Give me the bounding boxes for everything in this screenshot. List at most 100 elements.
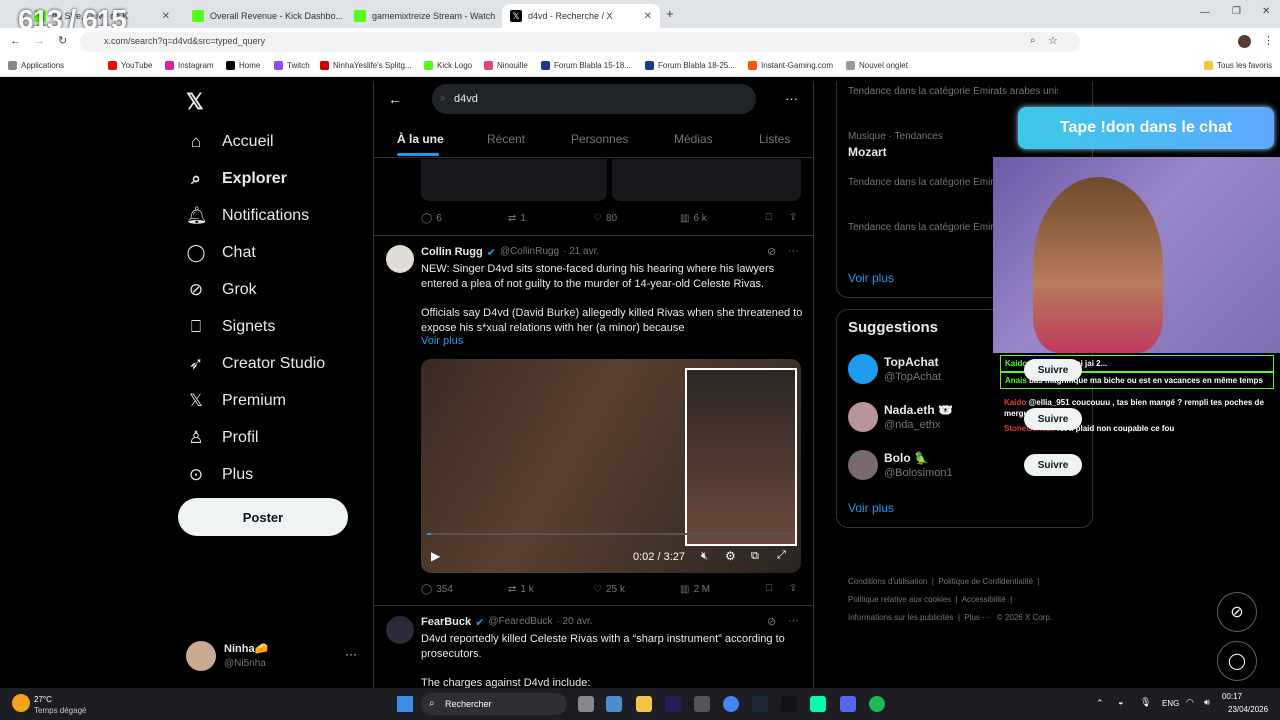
repost-action[interactable]: ⇄ 1 k [508, 584, 534, 595]
tweet-date[interactable]: · 20 avr. [556, 616, 592, 629]
bookmark-home[interactable]: Home [226, 61, 260, 70]
bookmark-apps[interactable]: Applications [8, 61, 64, 70]
taskbar-search[interactable]: Rechercher [421, 693, 567, 715]
clock-date[interactable]: 23/04/2026 [1228, 705, 1268, 714]
grok-fab-button[interactable]: ⊘ [1217, 592, 1257, 632]
nav-creator-studio[interactable]: ➶ Creator Studio [186, 354, 325, 374]
show-more-link[interactable]: Voir plus [421, 335, 463, 347]
minimize-icon[interactable]: — [1200, 7, 1210, 18]
mic-icon[interactable]: 🎙︎ [1140, 697, 1151, 708]
nav-grok[interactable]: ⊘ Grok [186, 280, 257, 300]
zoom-icon[interactable]: ⌕ [1030, 35, 1036, 46]
app-icon[interactable] [810, 696, 826, 712]
nav-premium[interactable]: 𝕏 Premium [186, 391, 286, 411]
network-icon[interactable]: ◒ [1118, 697, 1123, 707]
settings-icon[interactable]: ⚙ [725, 549, 736, 563]
post-button[interactable]: Poster [178, 498, 348, 536]
footer-link[interactable]: Accessibilité [962, 595, 1006, 604]
suggestion-name[interactable]: TopAchat [884, 355, 938, 369]
steam-icon[interactable] [752, 696, 768, 712]
share-action[interactable]: ⇪ [789, 212, 797, 223]
suggestion-name[interactable]: Nada.eth 🐻‍❄️ [884, 403, 953, 417]
footer-link[interactable]: Politique de Confidentialité [938, 577, 1033, 586]
tab-media[interactable]: Médias [674, 132, 713, 146]
bookmark-instagram[interactable]: Instagram [165, 61, 214, 70]
discord-icon[interactable] [840, 696, 856, 712]
avatar[interactable] [848, 402, 878, 432]
chrome-icon[interactable] [723, 696, 739, 712]
footer-link[interactable]: Politique relative aux cookies [848, 595, 951, 604]
suggestion-name[interactable]: Bolo 🦜 [884, 451, 929, 465]
trend-title[interactable]: Mozart [848, 145, 887, 159]
avatar[interactable] [848, 354, 878, 384]
bookmark-new-tab[interactable]: Nouvel onglet [846, 61, 908, 70]
browser-tab[interactable]: Overall Revenue - Kick Dashbo... ✕ [184, 4, 342, 28]
menu-kebab-icon[interactable]: ⋮ [1263, 34, 1274, 47]
tweet-date[interactable]: · 21 avr. [563, 246, 599, 259]
premiere-icon[interactable] [665, 696, 681, 712]
nav-more[interactable]: ⊙ Plus [186, 465, 253, 485]
search-input[interactable]: d4vd [432, 84, 756, 114]
bookmark-twitch[interactable]: Twitch [274, 61, 310, 70]
bookmark-instant-gaming[interactable]: Instant-Gaming.com [748, 61, 833, 70]
windows-start-icon[interactable] [397, 696, 413, 712]
nav-notifications[interactable]: 🔔︎ Notifications [186, 206, 309, 226]
file-explorer-icon[interactable] [636, 696, 652, 712]
bookmark-splitgate[interactable]: NinhaYeslife's Splitg... [320, 61, 412, 70]
weather-icon[interactable] [12, 694, 30, 712]
embedded-media[interactable] [612, 159, 801, 201]
share-action[interactable]: ⇪ [789, 583, 797, 594]
follow-button[interactable]: Suivre [1024, 454, 1082, 476]
bookmark-action[interactable]: ⎕ [766, 583, 772, 594]
close-icon[interactable]: ✕ [644, 11, 652, 22]
author-name[interactable]: FearBuck [421, 616, 471, 629]
reply-action[interactable]: ◯ 354 [421, 584, 453, 595]
grok-icon[interactable]: ⊘ [767, 245, 776, 258]
video-progress-track[interactable] [427, 533, 795, 535]
author-handle[interactable]: @CollinRugg [500, 246, 559, 259]
mute-icon[interactable]: 🔇︎ [701, 550, 708, 563]
reply-action[interactable]: ◯ 6 [421, 213, 442, 224]
embedded-media[interactable] [421, 159, 607, 201]
tab-latest[interactable]: Récent [487, 132, 525, 146]
search-options-icon[interactable]: ··· [785, 91, 798, 106]
all-bookmarks[interactable]: Tous les favoris [1204, 61, 1272, 70]
avatar[interactable] [186, 641, 216, 671]
nav-profile[interactable]: ♙ Profil [186, 428, 258, 448]
nav-chat[interactable]: ◯ Chat [186, 243, 255, 263]
show-more-link[interactable]: Voir plus [848, 271, 894, 285]
bookmark-ninouille[interactable]: Ninouille [484, 61, 528, 70]
author-name[interactable]: Collin Rugg [421, 246, 483, 259]
play-icon[interactable]: ▶ [431, 549, 440, 563]
wifi-icon[interactable]: ◠ [1186, 697, 1194, 708]
tiktok-icon[interactable] [781, 696, 797, 712]
spotify-icon[interactable] [869, 696, 885, 712]
like-action[interactable]: ♡ 80 [593, 213, 617, 224]
tab-lists[interactable]: Listes [759, 132, 790, 146]
avatar[interactable] [848, 450, 878, 480]
footer-link[interactable]: Conditions d'utilisation [848, 577, 927, 586]
avatar[interactable] [386, 616, 414, 644]
footer-link[interactable]: Informations sur les publicités [848, 613, 953, 622]
app-icon[interactable] [694, 696, 710, 712]
avatar[interactable] [386, 245, 414, 273]
back-icon[interactable]: ← [10, 35, 21, 47]
chat-fab-button[interactable]: ◯ [1217, 641, 1257, 681]
nav-bookmarks[interactable]: ⎕ Signets [186, 317, 275, 337]
repost-action[interactable]: ⇄ 1 [508, 213, 526, 224]
author-handle[interactable]: @FearedBuck [488, 616, 552, 629]
forward-icon[interactable]: → [34, 35, 45, 47]
language-indicator[interactable]: ENG [1162, 699, 1179, 708]
task-view-icon[interactable] [578, 696, 594, 712]
bookmark-forum-18-25[interactable]: Forum Blabla 18-25... [645, 61, 735, 70]
grok-icon[interactable]: ⊘ [767, 615, 776, 628]
tray-chevron-icon[interactable]: ⌃ [1096, 698, 1104, 709]
video-player[interactable]: ▶ 0:02 / 3:27 🔇︎ ⚙ ⧉ ⤢ [421, 359, 801, 573]
address-bar[interactable]: x.com/search?q=d4vd&src=typed_query [80, 32, 1080, 52]
tab-people[interactable]: Personnes [571, 132, 628, 146]
views-action[interactable]: ▥ 2 M [680, 584, 710, 595]
footer-link[interactable]: Plus ··· [964, 613, 990, 622]
clock-time[interactable]: 00:17 [1222, 692, 1242, 701]
browser-tab[interactable]: gamemixtreize Stream - Watch ✕ [346, 4, 502, 28]
account-menu-icon[interactable]: ··· [345, 647, 357, 661]
